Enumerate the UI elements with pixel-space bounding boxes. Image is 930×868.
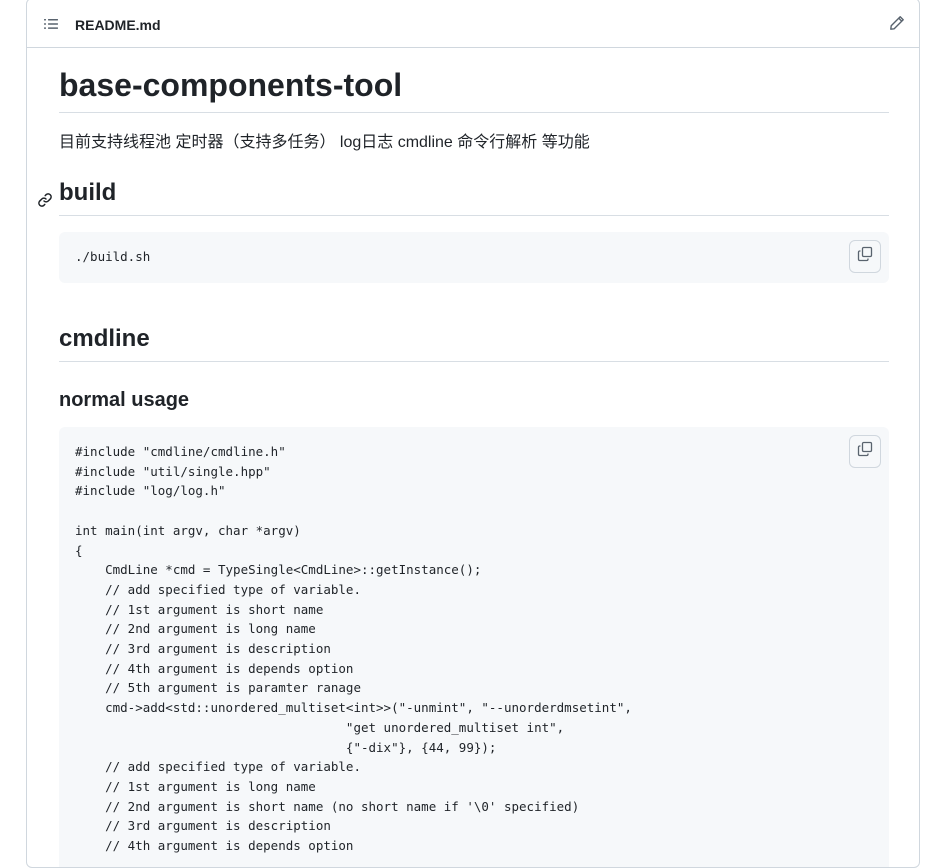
link-icon[interactable] (37, 186, 53, 207)
copy-button[interactable] (849, 240, 881, 273)
build-heading: build (38, 178, 889, 216)
readme-panel: README.md base-components-tool 目前支持线程池 定… (26, 0, 920, 868)
list-unordered-icon[interactable] (43, 16, 59, 32)
usage-code-block: #include "cmdline/cmdline.h" #include "u… (59, 427, 889, 867)
cmdline-heading: cmdline (59, 324, 889, 362)
readme-header: README.md (27, 0, 919, 48)
readme-description: 目前支持线程池 定时器（支持多任务） log日志 cmdline 命令行解析 等… (59, 134, 590, 151)
build-code-block: ./build.sh (59, 232, 889, 283)
copy-button[interactable] (849, 435, 881, 468)
file-name: README.md (75, 17, 161, 33)
usage-code: #include "cmdline/cmdline.h" #include "u… (75, 444, 632, 854)
copy-icon (857, 246, 873, 268)
build-heading-text: build (59, 179, 117, 206)
pencil-icon[interactable] (889, 15, 905, 31)
copy-icon (857, 441, 873, 463)
normal-usage-heading: normal usage (59, 389, 190, 411)
build-code: ./build.sh (75, 249, 151, 264)
readme-title: base-components-tool (59, 65, 889, 113)
